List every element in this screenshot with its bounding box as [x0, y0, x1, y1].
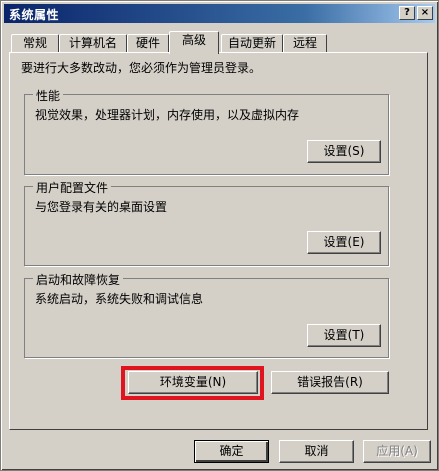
group-title: 用户配置文件	[33, 179, 112, 196]
tab-automatic-updates[interactable]: 自动更新	[221, 34, 283, 53]
admin-notice: 要进行大多数改动，您必须作为管理员登录。	[21, 61, 262, 75]
window-title: 系统属性	[9, 8, 60, 22]
user-profiles-group: 用户配置文件 与您登录有关的桌面设置	[24, 179, 389, 266]
tab-label: 远程	[292, 36, 317, 50]
error-reporting-button[interactable]: 错误报告(R)	[271, 371, 389, 394]
system-properties-window: 系统属性 ? × 常规 计算机名 硬件 高级 自动更新 远程 要进行大多数改动，…	[0, 0, 439, 471]
help-icon: ?	[404, 7, 410, 18]
highlight-box	[121, 366, 264, 400]
tab-label: 计算机名	[68, 36, 117, 50]
group-title: 启动和故障恢复	[33, 271, 124, 288]
tab-remote[interactable]: 远程	[283, 34, 327, 53]
title-bar[interactable]: 系统属性 ? ×	[4, 4, 435, 23]
close-button[interactable]: ×	[417, 6, 433, 20]
group-description: 视觉效果，处理器计划，内存使用，以及虚拟内存	[35, 108, 300, 122]
tab-advanced[interactable]: 高级	[169, 31, 219, 54]
group-description: 与您登录有关的桌面设置	[35, 200, 168, 214]
help-button[interactable]: ?	[399, 6, 415, 20]
performance-settings-button[interactable]: 设置(S)	[307, 140, 381, 163]
tab-computer-name[interactable]: 计算机名	[59, 34, 127, 53]
group-title: 性能	[33, 87, 64, 104]
tab-label: 常规	[22, 36, 47, 50]
tab-label: 高级	[181, 33, 206, 47]
user-profiles-settings-button[interactable]: 设置(E)	[307, 231, 381, 254]
cancel-button[interactable]: 取消	[279, 440, 354, 463]
tab-hardware[interactable]: 硬件	[127, 34, 169, 53]
apply-button[interactable]: 应用(A)	[363, 440, 431, 463]
group-description: 系统启动，系统失败和调试信息	[35, 292, 204, 306]
ok-button[interactable]: 确定	[194, 440, 269, 463]
tab-label: 自动更新	[227, 36, 276, 50]
tab-label: 硬件	[135, 36, 160, 50]
tab-strip: 常规 计算机名 硬件 高级 自动更新 远程	[9, 31, 429, 54]
startup-recovery-settings-button[interactable]: 设置(T)	[307, 324, 381, 347]
tab-general[interactable]: 常规	[11, 34, 59, 53]
close-icon: ×	[420, 7, 430, 18]
